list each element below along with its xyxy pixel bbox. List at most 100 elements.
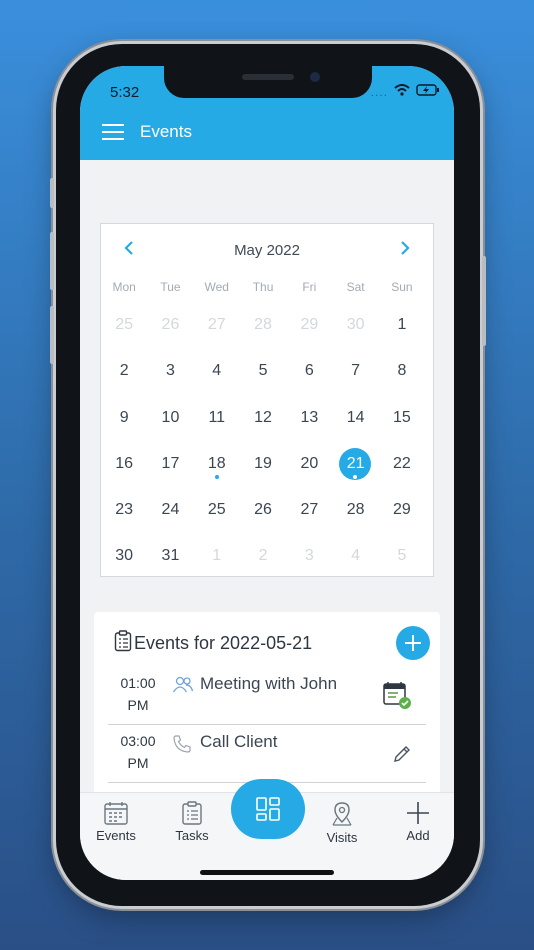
chevron-right-icon[interactable] (399, 240, 411, 260)
calendar-day[interactable]: 28 (332, 487, 378, 533)
event-name[interactable]: Meeting with John (200, 674, 337, 694)
power-button (482, 256, 486, 346)
tab-add[interactable]: Add (388, 801, 448, 843)
day-number: 31 (161, 547, 180, 565)
page-title: Events (140, 122, 192, 141)
calendar-day[interactable]: 8 (379, 348, 425, 394)
tab-label: Visits (326, 830, 358, 845)
add-event-button[interactable] (396, 626, 430, 660)
calendar-day[interactable]: 18 (194, 441, 240, 487)
home-indicator[interactable] (200, 870, 334, 875)
calendar-day[interactable]: 20 (286, 441, 332, 487)
calendar-day[interactable]: 2 (240, 533, 286, 579)
day-number: 3 (165, 362, 175, 380)
calendar-day[interactable]: 25 (101, 302, 147, 348)
calendar-day[interactable]: 29 (286, 302, 332, 348)
calendar-day[interactable]: 17 (147, 441, 193, 487)
calendar-day[interactable]: 26 (147, 302, 193, 348)
header-bar: 5:32 .... Events (80, 66, 454, 160)
event-name[interactable]: Call Client (200, 732, 277, 752)
calendar-day[interactable]: 12 (240, 395, 286, 441)
calendar-day[interactable]: 4 (332, 533, 378, 579)
day-number: 14 (346, 408, 365, 426)
day-number: 5 (397, 547, 407, 565)
calendar-day[interactable]: 5 (240, 348, 286, 394)
calendar-week-row: 25 26 27 28 29 30 1 (101, 302, 433, 348)
day-number: 11 (208, 408, 226, 426)
calendar-day[interactable]: 15 (379, 395, 425, 441)
calendar-day[interactable]: 5 (379, 533, 425, 579)
calendar-day[interactable]: 23 (101, 487, 147, 533)
calendar-day[interactable]: 19 (240, 441, 286, 487)
calendar-day[interactable]: 4 (194, 348, 240, 394)
day-number: 12 (254, 408, 272, 426)
wifi-icon (394, 84, 410, 99)
day-number: 1 (212, 547, 222, 565)
calendar-day[interactable]: 14 (332, 395, 378, 441)
day-number: 9 (119, 408, 129, 426)
calendar-week-row: 16 17 18 19 20 21 22 (101, 441, 433, 487)
calendar-day[interactable]: 1 (379, 302, 425, 348)
calendar-day[interactable]: 31 (147, 533, 193, 579)
day-number: 25 (207, 501, 226, 519)
pencil-icon[interactable] (392, 744, 412, 769)
weekday-label: Mon (112, 280, 136, 294)
calendar-day[interactable]: 11 (194, 395, 240, 441)
grid-icon (256, 797, 280, 821)
calendar-day[interactable]: 27 (286, 487, 332, 533)
calendar-day[interactable]: 25 (194, 487, 240, 533)
tab-events[interactable]: Events (86, 801, 146, 843)
calendar-day[interactable]: 30 (101, 533, 147, 579)
calendar-icon (104, 802, 128, 825)
volume-down-button (50, 306, 54, 364)
dashboard-button[interactable] (231, 779, 305, 839)
tab-tasks[interactable]: Tasks (162, 801, 222, 843)
calendar-day[interactable]: 29 (379, 487, 425, 533)
plus-icon (407, 802, 429, 824)
day-number: 6 (304, 362, 314, 380)
calendar-day[interactable]: 9 (101, 395, 147, 441)
calendar-week-row: 23 24 25 26 27 28 29 (101, 487, 433, 533)
calendar-day[interactable]: 7 (332, 348, 378, 394)
weekday-label: Sun (391, 280, 413, 294)
calendar-day[interactable]: 27 (194, 302, 240, 348)
calendar-check-icon[interactable] (382, 680, 412, 715)
calendar-day[interactable]: 3 (147, 348, 193, 394)
battery-charging-icon (416, 84, 440, 99)
calendar-day[interactable]: 1 (194, 533, 240, 579)
phone-frame: 5:32 .... Events May 2022 Mon Tue Wed Th… (50, 44, 486, 906)
calendar-grid: 25 26 27 28 29 30 1 2 3 4 5 6 7 8 9 10 11 12 13 14 15 16 17 18 1… (101, 302, 433, 580)
calendar-day[interactable]: 22 (379, 441, 425, 487)
event-indicator-dot (214, 474, 219, 479)
calendar-widget: May 2022 Mon Tue Wed Thu Fri Sat Sun 25 2… (100, 223, 434, 577)
day-number: 29 (300, 316, 319, 333)
calendar-day[interactable]: 24 (147, 487, 193, 533)
event-time-value: 01:00 (120, 675, 156, 691)
calendar-day[interactable]: 28 (240, 302, 286, 348)
day-number: 1 (397, 316, 407, 333)
day-number: 24 (161, 501, 180, 519)
day-number: 13 (300, 408, 319, 426)
calendar-day[interactable]: 10 (147, 395, 193, 441)
calendar-week-row: 30 31 1 2 3 4 5 (101, 533, 433, 579)
event-row[interactable]: 03:00 PM Call Client (108, 726, 426, 783)
signal-dots: .... (370, 84, 388, 99)
calendar-day[interactable]: 21 (332, 441, 378, 487)
calendar-day[interactable]: 6 (286, 348, 332, 394)
plus-icon (405, 635, 421, 651)
day-number: 21 (346, 454, 365, 472)
calendar-day[interactable]: 26 (240, 487, 286, 533)
phone-icon (172, 734, 192, 759)
calendar-day[interactable]: 3 (286, 533, 332, 579)
speaker-grille (242, 74, 294, 80)
tab-visits[interactable]: Visits (312, 801, 372, 845)
day-number: 28 (254, 316, 272, 333)
calendar-day[interactable]: 30 (332, 302, 378, 348)
hamburger-menu-icon[interactable] (102, 124, 124, 140)
calendar-day[interactable]: 2 (101, 348, 147, 394)
clipboard-list-icon (114, 630, 132, 657)
calendar-day[interactable]: 13 (286, 395, 332, 441)
map-pin-icon (332, 802, 352, 826)
event-row[interactable]: 01:00 PM Meeting with John (108, 668, 426, 725)
calendar-day[interactable]: 16 (101, 441, 147, 487)
